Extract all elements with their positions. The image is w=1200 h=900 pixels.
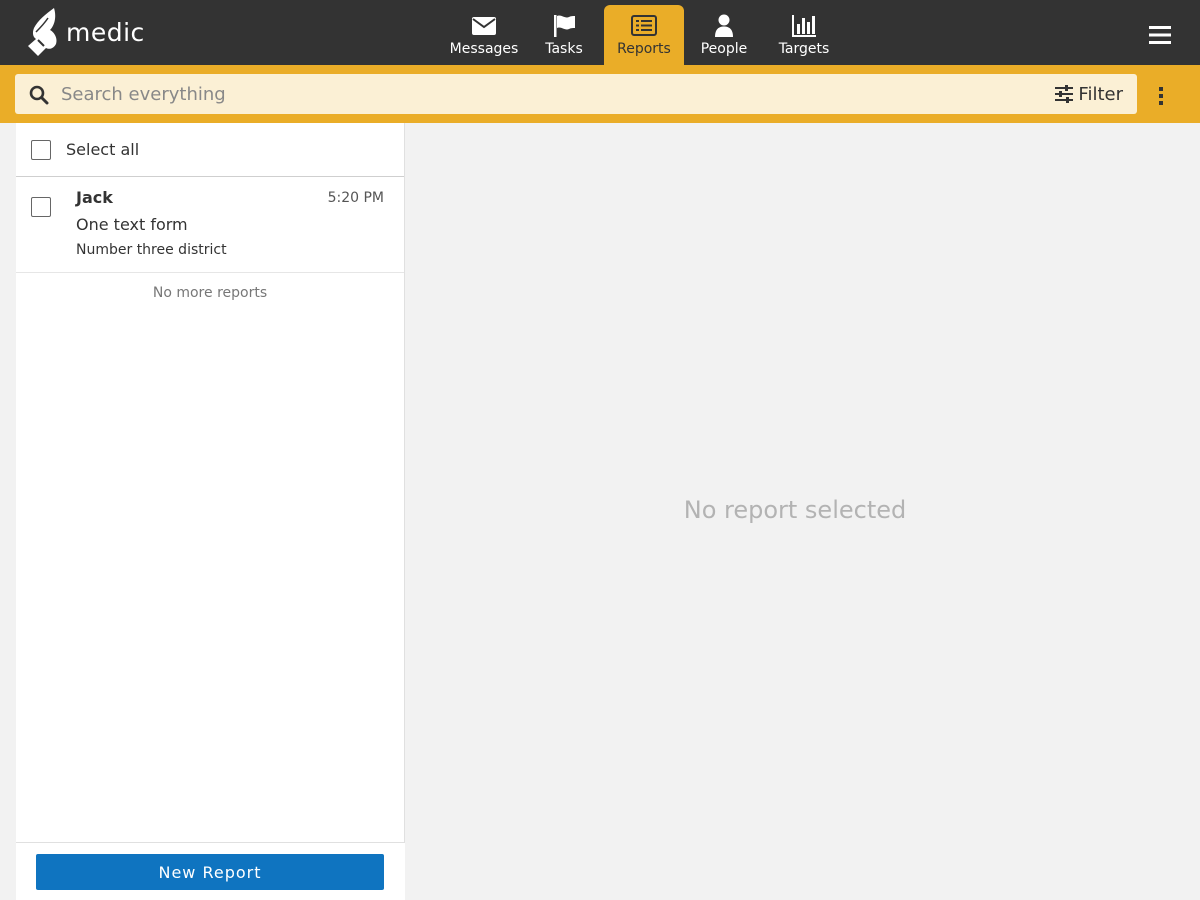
report-list-item[interactable]: Jack 5:20 PM One text form Number three …	[16, 177, 404, 273]
search-box: Filter	[15, 74, 1137, 114]
tab-reports[interactable]: Reports	[604, 5, 684, 65]
tab-label: Targets	[778, 41, 830, 57]
logo-text: medic	[66, 17, 145, 47]
filter-label: Filter	[1078, 83, 1123, 105]
tab-tasks[interactable]: Tasks	[524, 5, 604, 65]
wing-icon	[28, 8, 57, 56]
user-icon	[715, 14, 733, 37]
top-nav-bar: medic Messages Tasks Reports People Targ…	[0, 0, 1200, 65]
search-input[interactable]	[61, 74, 1041, 114]
select-all-row[interactable]: Select all	[16, 123, 404, 177]
main-nav: Messages Tasks Reports People Targets	[444, 5, 844, 65]
tab-messages[interactable]: Messages	[444, 5, 524, 65]
no-more-reports-label: No more reports	[152, 285, 268, 301]
filter-button[interactable]: Filter	[1055, 74, 1123, 114]
report-contact-name: Jack	[76, 188, 113, 207]
report-list-panel: Select all Jack 5:20 PM One text form Nu…	[16, 123, 405, 900]
medic-logo[interactable]: medic	[24, 6, 145, 58]
sliders-icon	[1055, 85, 1074, 103]
bar-chart-icon	[792, 15, 816, 37]
report-time: 5:20 PM	[327, 190, 384, 206]
search-bar: Filter	[0, 65, 1200, 123]
hamburger-menu-icon[interactable]	[1148, 24, 1172, 46]
no-report-selected-label: No report selected	[683, 496, 907, 524]
select-all-checkbox[interactable]	[31, 139, 51, 160]
tab-people[interactable]: People	[684, 5, 764, 65]
new-report-button[interactable]: New Report	[36, 854, 384, 890]
report-place: Number three district	[76, 242, 227, 258]
tab-label: Reports	[617, 41, 671, 57]
tab-targets[interactable]: Targets	[764, 5, 844, 65]
tab-label: People	[700, 41, 748, 57]
list-alt-icon	[631, 15, 657, 36]
flag-icon	[554, 15, 575, 37]
more-options-icon[interactable]	[1152, 85, 1170, 107]
tab-label: Messages	[449, 41, 519, 57]
report-checkbox[interactable]	[31, 197, 51, 217]
report-form-name: One text form	[76, 215, 188, 234]
envelope-icon	[472, 17, 496, 35]
tab-label: Tasks	[545, 41, 583, 57]
search-icon[interactable]	[29, 85, 49, 105]
list-footer: New Report	[16, 842, 405, 900]
select-all-label: Select all	[66, 140, 140, 159]
